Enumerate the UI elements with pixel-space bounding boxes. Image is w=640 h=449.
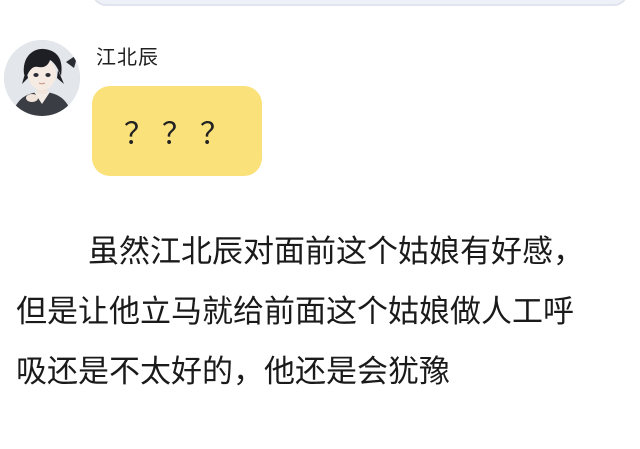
- narration-line: 虽然江北辰对面前这个姑娘有好感，: [88, 234, 584, 270]
- anime-boy-avatar-icon[interactable]: [4, 40, 80, 116]
- narration-text: 虽然江北辰对面前这个姑娘有好感， 但是让他立马就给前面这个姑娘做人工呼 吸还是不…: [16, 222, 640, 402]
- previous-message-bubble: [92, 0, 628, 6]
- bubble-text: ？？？: [124, 117, 238, 152]
- username: 江北辰: [96, 45, 159, 69]
- narration-line: 吸还是不太好的，他还是会犹豫: [16, 354, 450, 390]
- comic-page: 江北辰 ？？？ 虽然江北辰对面前这个姑娘有好感， 但是让他立马就给前面这个姑娘做…: [0, 0, 640, 449]
- narration-line: 但是让他立马就给前面这个姑娘做人工呼: [16, 294, 574, 330]
- chat-bubble[interactable]: ？？？: [92, 86, 262, 176]
